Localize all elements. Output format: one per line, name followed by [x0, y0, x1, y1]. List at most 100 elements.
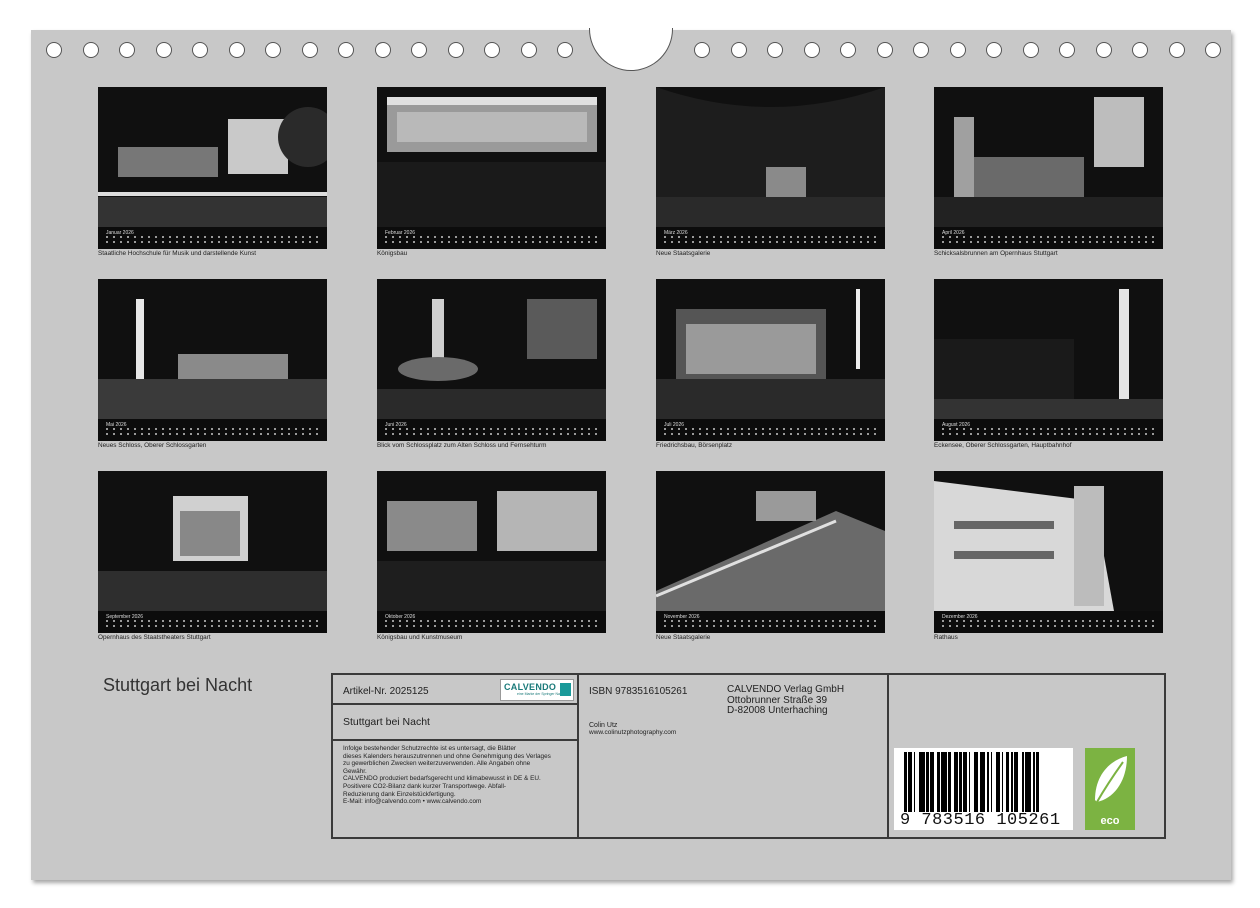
publisher-line: CALVENDO Verlag GmbH	[727, 684, 845, 695]
binding-hole	[447, 42, 464, 58]
author-name: Colin Utz	[589, 722, 618, 729]
legal-notice: Infolge bestehender Schutzrechte ist es …	[343, 745, 575, 806]
info-left-panel: Artikel-Nr. 2025125 CALVENDO eine Marke …	[331, 673, 579, 839]
info-middle-panel: ISBN 9783516105261 CALVENDO Verlag GmbH O…	[577, 673, 889, 839]
month-tile: Juni 2026 Blick vom Schlossplatz zum Alte…	[377, 279, 606, 449]
month-tile: Dezember 2026 Rathaus	[934, 471, 1163, 641]
artikel-number: Artikel-Nr. 2025125	[343, 686, 429, 697]
month-photo	[98, 471, 327, 611]
month-photo	[98, 87, 327, 227]
binding-hole	[374, 42, 391, 58]
month-calendar-strip: August 2026	[934, 419, 1163, 441]
binding-hole	[557, 42, 573, 58]
month-caption: Königsbau und Kunstmuseum	[377, 634, 463, 641]
month-caption: Friedrichsbau, Börsenplatz	[656, 442, 733, 449]
month-caption: Neue Staatsgalerie	[656, 250, 711, 257]
month-tile: März 2026 Neue Staatsgalerie	[656, 87, 885, 257]
month-calendar-strip: April 2026	[934, 227, 1163, 249]
binding-hole	[767, 42, 783, 58]
month-calendar-strip: Juli 2026	[656, 419, 885, 441]
month-caption: Staatliche Hochschule für Musik und dars…	[98, 250, 257, 257]
month-tile: April 2026 Schicksalsbrunnen am Opernhaus…	[934, 87, 1163, 257]
isbn: ISBN 9783516105261	[589, 686, 688, 697]
legal-line: CALVENDO produziert bedarfsgerecht und k…	[343, 775, 541, 783]
legal-line: Reduzierung dank Einzelstückfertigung.	[343, 790, 456, 798]
legal-line: dieses Kalenders herauszutrennen und ohn…	[343, 752, 551, 760]
binding-hole	[803, 42, 820, 58]
legal-line: Infolge bestehender Schutzrechte ist es …	[343, 745, 517, 752]
binding-hole	[1132, 42, 1148, 58]
binding-hole	[46, 42, 62, 58]
month-calendar-strip: März 2026	[656, 227, 885, 249]
binding-hole	[1022, 42, 1039, 58]
binding-hole	[986, 42, 1002, 58]
binding-hole	[876, 42, 893, 58]
month-tile: August 2026 Eckensee, Oberer Schlossgarte…	[934, 279, 1163, 449]
binding-hole	[484, 42, 500, 58]
month-calendar-strip: Mai 2026	[98, 419, 327, 441]
month-calendar-strip: Januar 2026	[98, 227, 327, 249]
month-photo	[377, 87, 606, 227]
month-caption: Eckensee, Oberer Schlossgarten, Hauptbah…	[934, 442, 1072, 449]
month-photo	[98, 279, 327, 419]
month-photo	[934, 279, 1163, 419]
month-photo	[377, 279, 606, 419]
month-calendar-strip: Dezember 2026	[934, 611, 1163, 633]
month-caption: Neue Staatsgalerie	[656, 634, 711, 641]
month-tile: Mai 2026 Neues Schloss, Oberer Schlossgar…	[98, 279, 327, 449]
binding-hole	[265, 42, 281, 58]
month-caption: Königsbau	[377, 250, 408, 257]
binding-hole	[840, 42, 856, 58]
binding-hole	[730, 42, 747, 58]
calvendo-logo: CALVENDO eine Marke der Springer Nature	[500, 679, 574, 701]
product-title: Stuttgart bei Nacht	[343, 716, 430, 728]
month-photo	[934, 87, 1163, 227]
legal-line: E-Mail: info@calvendo.com • www.calvendo…	[343, 798, 482, 806]
month-caption: Blick vom Schlossplatz zum Alten Schloss…	[377, 442, 547, 449]
publisher-line: D-82008 Unterhaching	[727, 705, 828, 716]
month-photo	[656, 279, 885, 419]
binding-hole	[192, 42, 208, 58]
binding-hole	[1059, 42, 1075, 58]
binding-hole	[520, 42, 537, 58]
calendar-title: Stuttgart bei Nacht	[103, 675, 253, 695]
binding-hole	[1205, 42, 1221, 58]
isbn-barcode: 9 783516 105261	[894, 748, 1073, 830]
legal-line: zu gewerblichen Zwecken weiterzuverwende…	[343, 760, 531, 768]
month-tile: Januar 2026 Staatliche Hochschule für Mus…	[98, 87, 327, 257]
binding-hole	[913, 42, 929, 58]
binding-hole	[228, 42, 245, 58]
binding-hole	[119, 42, 135, 58]
binding-hole	[301, 42, 318, 58]
binding-hole	[1095, 42, 1112, 58]
month-tile: Februar 2026 Königsbau	[377, 87, 606, 257]
binding-hole	[82, 42, 99, 58]
month-photo	[377, 471, 606, 611]
month-photo	[656, 471, 885, 611]
month-tile: November 2026 Neue Staatsgalerie	[656, 471, 885, 641]
month-tile: Juli 2026 Friedrichsbau, Börsenplatz	[656, 279, 885, 449]
author-url: www.colinutzphotography.com	[589, 729, 677, 736]
binding-hole	[338, 42, 354, 58]
month-caption: Neues Schloss, Oberer Schlossgarten	[98, 442, 207, 449]
month-calendar-strip: Juni 2026	[377, 419, 606, 441]
binding-hole	[949, 42, 966, 58]
month-tile: Oktober 2026 Königsbau und Kunstmuseum	[377, 471, 606, 641]
binding-hole	[155, 42, 172, 58]
month-calendar-strip: Februar 2026	[377, 227, 606, 249]
month-photo	[656, 87, 885, 227]
month-calendar-strip: September 2026	[98, 611, 327, 633]
legal-line: Gewähr.	[343, 767, 367, 775]
month-tile: September 2026 Opernhaus des Staatstheate…	[98, 471, 327, 641]
month-caption: Rathaus	[934, 634, 958, 641]
hanger-notch	[589, 28, 673, 71]
binding-hole	[1168, 42, 1185, 58]
info-right-panel: 9 783516 105261 eco	[887, 673, 1166, 839]
leaf-icon	[1095, 756, 1127, 803]
calendar-back-sheet: Januar 2026 Staatliche Hochschule für Mus…	[31, 28, 1231, 880]
month-photo	[934, 471, 1163, 611]
binding-hole	[694, 42, 710, 58]
legal-line: Positivere CO2-Bilanz dank kurzer Transp…	[343, 782, 507, 790]
eco-badge: eco	[1085, 748, 1135, 830]
month-caption: Schicksalsbrunnen am Opernhaus Stuttgart	[934, 250, 1058, 257]
